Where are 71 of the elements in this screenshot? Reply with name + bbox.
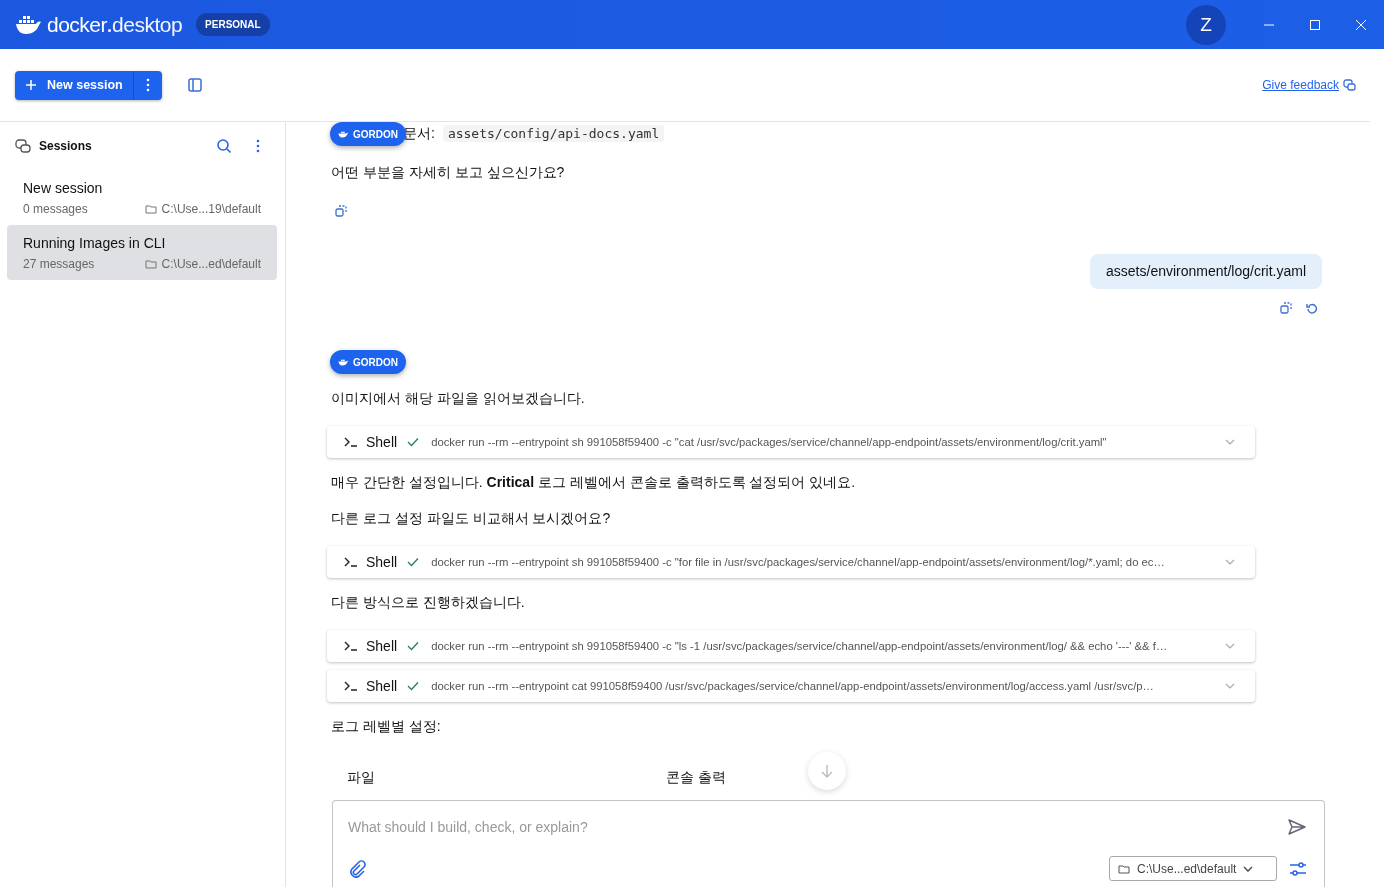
chat-bubbles-icon: [15, 138, 31, 154]
session-item[interactable]: Running Images in CLI 27 messages C:\Use...ed\default: [7, 225, 277, 280]
feedback-icon: [1343, 78, 1356, 92]
tool-call-card[interactable]: Shell docker run --rm --entrypoint sh 991058f59400 -c "for file in /usr/svc/packages/service/channel/app-endpoint/assets/environment/log/*.yaml; do ec…: [327, 546, 1255, 578]
session-item[interactable]: New session 0 messages C:\Use...19\default: [7, 170, 277, 225]
brand-name: docker: [47, 12, 108, 37]
tool-command: docker run --rm --entrypoint sh 991058f59400 -c "for file in /usr/svc/packages/service/channel/app-endpoint/assets/environment/log/*.yaml; do ec…: [431, 556, 1165, 568]
tool-command: docker run --rm --entrypoint sh 991058f59400 -c "cat /usr/svc/packages/service/channel/app-endpoint/assets/environment/log/crit.yaml": [431, 436, 1107, 448]
kebab-icon: [145, 78, 150, 92]
gordon-badge: GORDON: [330, 122, 406, 146]
give-feedback-link[interactable]: Give feedback: [1262, 78, 1339, 92]
table-header: 파일: [347, 769, 376, 787]
settings-sliders-icon[interactable]: [1289, 860, 1307, 877]
tool-name: Shell: [366, 554, 398, 570]
message-text: 문서:: [403, 124, 435, 143]
chevron-down-icon[interactable]: [1225, 683, 1235, 689]
inline-code: assets/config/api-docs.yaml: [442, 124, 665, 142]
chevron-down-icon[interactable]: [1225, 439, 1235, 445]
folder-icon: [144, 259, 157, 269]
session-path: C:\Use...ed\default: [161, 257, 261, 271]
send-icon[interactable]: [1287, 818, 1307, 836]
whale-logo-icon: [15, 14, 43, 35]
tool-call-card[interactable]: Shell docker run --rm --entrypoint sh 991058f59400 -c "ls -1 /usr/svc/packages/service/channel/app-endpoint/assets/environment/log/ && echo '---' && f…: [327, 630, 1255, 662]
terminal-icon: [344, 681, 358, 691]
folder-icon: [1118, 863, 1130, 874]
tool-command: docker run --rm --entrypoint cat 991058f59400 /usr/svc/packages/service/channel/app-endpoint/assets/environment/log/access.yaml /usr/svc/p…: [431, 680, 1154, 692]
chevron-down-icon: [1243, 865, 1254, 872]
plus-icon: [25, 79, 37, 91]
sidebar-toggle-icon[interactable]: [187, 78, 202, 92]
sessions-title: Sessions: [39, 139, 92, 153]
tool-name: Shell: [366, 434, 398, 450]
session-title: New session: [23, 180, 104, 196]
copy-icon[interactable]: [335, 205, 347, 217]
search-icon[interactable]: [216, 138, 232, 154]
tool-command: docker run --rm --entrypoint sh 991058f59400 -c "ls -1 /usr/svc/packages/service/channel/app-endpoint/assets/environment/log/ && echo '---' && f…: [431, 640, 1168, 652]
arrow-down-icon: [821, 764, 833, 778]
table-header: 콘솔 출력: [666, 769, 726, 787]
paperclip-icon[interactable]: [348, 859, 366, 878]
tool-call-card[interactable]: Shell docker run --rm --entrypoint cat 991058f59400 /usr/svc/packages/service/channel/app-endpoint/assets/environment/log/access.yaml /usr/svc/p…: [327, 670, 1255, 702]
message-text: 어떤 부분을 자세히 보고 싶으신가요?: [331, 163, 565, 182]
tool-name: Shell: [366, 638, 398, 654]
retry-icon[interactable]: [1306, 302, 1318, 314]
message-count: 27 messages: [23, 257, 95, 271]
plan-badge: PERSONAL: [196, 13, 270, 36]
message-text: 이미지에서 해당 파일을 읽어보겠습니다.: [331, 389, 585, 408]
terminal-icon: [344, 437, 358, 447]
tool-call-card[interactable]: Shell docker run --rm --entrypoint sh 991058f59400 -c "cat /usr/svc/packages/service/channel/app-endpoint/assets/environment/log/crit.yaml": [327, 426, 1255, 458]
tool-name: Shell: [366, 678, 398, 694]
session-path: C:\Use...19\default: [161, 202, 261, 216]
brand-dot-icon: [108, 29, 112, 32]
maximize-icon: [1309, 18, 1321, 31]
message-text: 다른 방식으로 진행하겠습니다.: [331, 593, 525, 612]
chevron-down-icon[interactable]: [1225, 559, 1235, 565]
copy-icon[interactable]: [1280, 302, 1292, 314]
new-session-button[interactable]: New session: [15, 70, 133, 100]
terminal-icon: [344, 557, 358, 567]
session-title: Running Images in CLI: [23, 235, 167, 251]
message-text: 로그 레벨별 설정:: [331, 717, 441, 736]
folder-icon: [144, 204, 157, 214]
user-message: assets/environment/log/crit.yaml: [1090, 254, 1322, 289]
directory-dropdown[interactable]: C:\Use...ed\default: [1109, 856, 1277, 881]
terminal-icon: [344, 641, 358, 651]
account-avatar[interactable]: Z: [1186, 4, 1226, 45]
more-options-icon[interactable]: [256, 139, 260, 153]
message-text: 다른 로그 설정 파일도 비교해서 보시겠어요?: [331, 509, 611, 528]
gordon-badge: GORDON: [330, 350, 406, 374]
brand-name: desktop: [112, 12, 183, 37]
message-text: 매우 간단한 설정입니다. Critical 로그 레벨에서 콘솔로 출력하도록 설정되어 있네요.: [331, 473, 856, 492]
chevron-down-icon[interactable]: [1225, 643, 1235, 649]
message-count: 0 messages: [23, 202, 88, 216]
close-icon: [1355, 18, 1367, 31]
